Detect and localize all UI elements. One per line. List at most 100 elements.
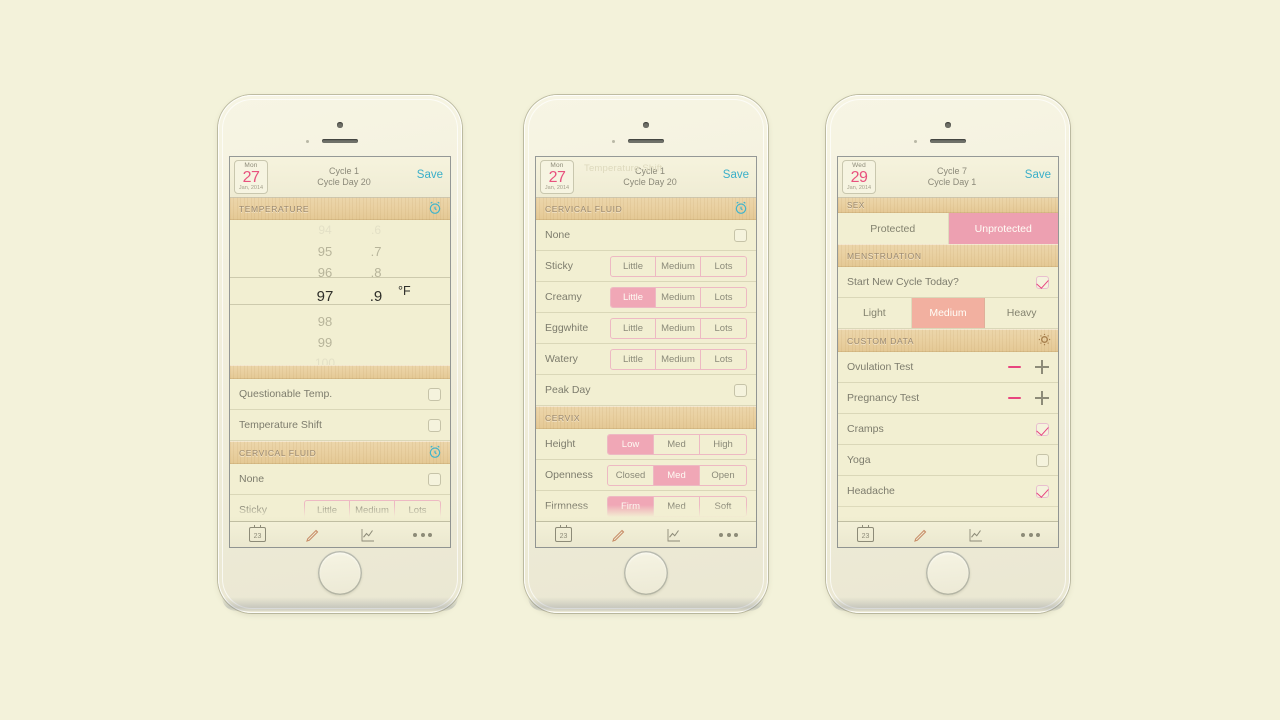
save-button[interactable]: Save bbox=[417, 169, 443, 181]
more-icon[interactable] bbox=[708, 524, 750, 546]
picker-item[interactable]: .8 bbox=[358, 262, 394, 283]
home-button[interactable] bbox=[926, 551, 970, 595]
row-height[interactable]: Height Low Med High bbox=[536, 429, 756, 460]
home-button[interactable] bbox=[318, 551, 362, 595]
segment-soft[interactable]: Soft bbox=[700, 497, 746, 516]
pencil-icon[interactable] bbox=[292, 524, 334, 546]
checkbox-none[interactable] bbox=[734, 228, 747, 242]
segment-lots[interactable]: Lots bbox=[701, 350, 746, 369]
more-icon[interactable] bbox=[402, 524, 444, 546]
row-cramps[interactable]: Cramps bbox=[838, 414, 1058, 445]
segment-low[interactable]: Low bbox=[608, 434, 654, 454]
plus-icon[interactable] bbox=[1035, 360, 1049, 374]
row-temperature-shift[interactable]: Temperature Shift bbox=[230, 410, 450, 441]
row-pregnancy-test[interactable]: Pregnancy Test bbox=[838, 383, 1058, 414]
checkbox-yoga[interactable] bbox=[1036, 453, 1049, 467]
segment-medium[interactable]: Medium bbox=[656, 349, 701, 369]
save-button[interactable]: Save bbox=[1025, 169, 1051, 181]
picker-column-decimal[interactable]: .6 .7 .8 .9 bbox=[358, 220, 394, 365]
date-badge[interactable]: Mon 27 Jan, 2014 bbox=[234, 160, 268, 194]
checkbox-none[interactable] bbox=[428, 472, 441, 486]
segmented-control-height[interactable]: Low Med High bbox=[607, 433, 747, 455]
segment-open[interactable]: Open bbox=[700, 466, 746, 485]
segment-med[interactable]: Med bbox=[654, 496, 700, 516]
minus-icon[interactable] bbox=[1008, 397, 1021, 399]
counter-control-ovulation-test[interactable] bbox=[1008, 360, 1049, 374]
segmented-control-flow[interactable]: Light Medium Heavy bbox=[838, 298, 1058, 329]
segment-little[interactable]: Little bbox=[611, 318, 656, 338]
calendar-icon[interactable]: 23 bbox=[237, 524, 279, 546]
home-button[interactable] bbox=[624, 551, 668, 595]
picker-item[interactable]: 98 bbox=[302, 311, 348, 332]
segment-little[interactable]: Little bbox=[611, 256, 656, 276]
picker-item[interactable]: .7 bbox=[358, 241, 394, 262]
segmented-control-firmness[interactable]: Firm Med Soft bbox=[607, 495, 747, 517]
row-none[interactable]: None bbox=[536, 220, 756, 251]
pencil-icon[interactable] bbox=[900, 524, 942, 546]
segment-medium[interactable]: Medium bbox=[911, 298, 986, 328]
segment-little[interactable]: Little bbox=[611, 287, 656, 307]
segment-lots[interactable]: Lots bbox=[701, 319, 746, 338]
picker-item[interactable]: 99 bbox=[302, 332, 348, 353]
segment-lots[interactable]: Lots bbox=[701, 257, 746, 276]
row-firmness[interactable]: Firmness Firm Med Soft bbox=[536, 491, 756, 521]
segmented-control-sticky[interactable]: Little Medium Lots bbox=[304, 499, 441, 521]
chart-icon[interactable] bbox=[347, 524, 389, 546]
row-sticky[interactable]: Sticky Little Medium Lots bbox=[230, 495, 450, 521]
picker-column-whole[interactable]: 94 95 96 97 98 99 100 bbox=[302, 220, 348, 365]
alarm-clock-icon[interactable] bbox=[427, 200, 443, 221]
checkbox-questionable-temp[interactable] bbox=[428, 387, 441, 401]
row-eggwhite[interactable]: Eggwhite Little Medium Lots bbox=[536, 313, 756, 344]
segmented-control-sex[interactable]: Protected Unprotected bbox=[838, 213, 1058, 244]
scroll-body[interactable]: SEX Protected Unprotected MENSTRUATION S… bbox=[838, 197, 1058, 521]
alarm-clock-icon[interactable] bbox=[733, 200, 749, 221]
row-none[interactable]: None bbox=[230, 464, 450, 495]
segment-lots[interactable]: Lots bbox=[395, 501, 440, 520]
calendar-icon[interactable]: 23 bbox=[845, 524, 887, 546]
row-creamy[interactable]: Creamy Little Medium Lots bbox=[536, 282, 756, 313]
segmented-control-openness[interactable]: Closed Med Open bbox=[607, 464, 747, 486]
segmented-control-watery[interactable]: Little Medium Lots bbox=[610, 348, 747, 370]
segment-medium[interactable]: Medium bbox=[656, 256, 701, 276]
segment-med[interactable]: Med bbox=[654, 465, 700, 485]
segment-protected[interactable]: Protected bbox=[838, 213, 949, 244]
row-watery[interactable]: Watery Little Medium Lots bbox=[536, 344, 756, 375]
row-start-new-cycle[interactable]: Start New Cycle Today? bbox=[838, 267, 1058, 298]
temperature-picker[interactable]: 94 95 96 97 98 99 100 .6 .7 .8 .9 °F bbox=[230, 220, 450, 365]
pencil-icon[interactable] bbox=[598, 524, 640, 546]
checkbox-peak-day[interactable] bbox=[734, 383, 747, 397]
picker-item-selected[interactable]: 97 bbox=[302, 283, 348, 311]
segment-medium[interactable]: Medium bbox=[656, 287, 701, 307]
segment-firm[interactable]: Firm bbox=[608, 496, 654, 516]
date-badge[interactable]: Wed 29 Jan, 2014 bbox=[842, 160, 876, 194]
row-sticky[interactable]: Sticky Little Medium Lots bbox=[536, 251, 756, 282]
segment-little[interactable]: Little bbox=[305, 500, 350, 520]
alarm-clock-icon[interactable] bbox=[427, 444, 443, 465]
segment-medium[interactable]: Medium bbox=[656, 318, 701, 338]
segment-medium[interactable]: Medium bbox=[350, 500, 395, 520]
checkbox-temperature-shift[interactable] bbox=[428, 418, 441, 432]
row-questionable-temp[interactable]: Questionable Temp. bbox=[230, 379, 450, 410]
date-badge[interactable]: Mon 27 Jan, 2014 bbox=[540, 160, 574, 194]
row-ovulation-test[interactable]: Ovulation Test bbox=[838, 352, 1058, 383]
segment-unprotected[interactable]: Unprotected bbox=[948, 213, 1058, 244]
segment-high[interactable]: High bbox=[700, 435, 746, 454]
scroll-body[interactable]: CERVICAL FLUID None Sticky Little Medium… bbox=[536, 197, 756, 521]
row-yoga[interactable]: Yoga bbox=[838, 445, 1058, 476]
chart-icon[interactable] bbox=[653, 524, 695, 546]
picker-item[interactable]: 95 bbox=[302, 241, 348, 262]
row-openness[interactable]: Openness Closed Med Open bbox=[536, 460, 756, 491]
picker-item[interactable]: .6 bbox=[358, 220, 394, 241]
picker-item-selected[interactable]: .9 bbox=[358, 283, 394, 311]
picker-item[interactable]: 100 bbox=[302, 353, 348, 365]
chart-icon[interactable] bbox=[955, 524, 997, 546]
more-icon[interactable] bbox=[1010, 524, 1052, 546]
checkbox-headache[interactable] bbox=[1036, 484, 1049, 498]
gear-icon[interactable] bbox=[1038, 333, 1051, 351]
segment-little[interactable]: Little bbox=[611, 349, 656, 369]
segment-med[interactable]: Med bbox=[654, 434, 700, 454]
picker-item[interactable]: 94 bbox=[302, 220, 348, 241]
row-peak-day[interactable]: Peak Day bbox=[536, 375, 756, 406]
minus-icon[interactable] bbox=[1008, 366, 1021, 368]
scroll-body[interactable]: TEMPERATURE 94 95 96 97 98 99 100 .6 .7 … bbox=[230, 197, 450, 521]
